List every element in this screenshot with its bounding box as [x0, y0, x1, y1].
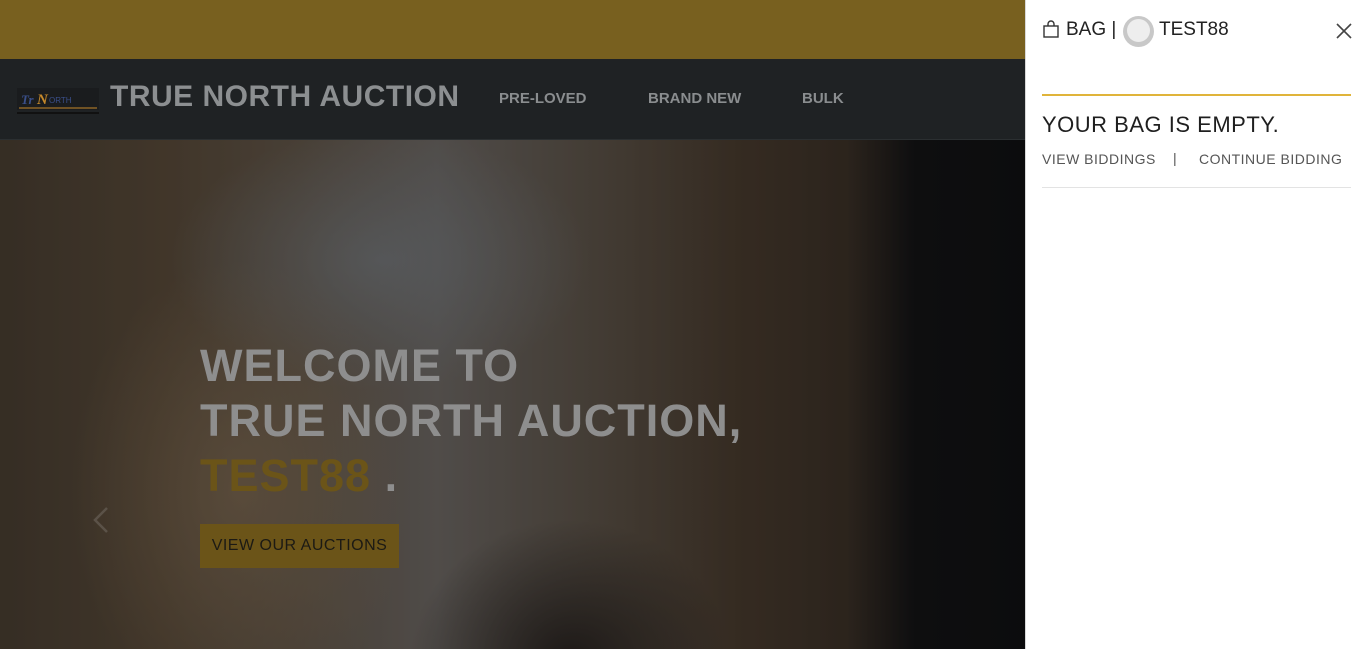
continue-bidding-link[interactable]: CONTINUE BIDDING — [1199, 151, 1342, 167]
view-biddings-link[interactable]: VIEW BIDDINGS — [1042, 151, 1156, 167]
close-icon[interactable] — [1335, 22, 1353, 40]
svg-text:Tr: Tr — [21, 92, 34, 107]
bag-label[interactable]: BAG | — [1066, 19, 1116, 41]
drawer-divider-accent — [1042, 94, 1351, 96]
brand-title[interactable]: TRUE NORTH AUCTION — [110, 80, 460, 114]
avatar[interactable] — [1123, 16, 1154, 47]
bag-drawer: BAG | TEST88 YOUR BAG IS EMPTY. VIEW BID… — [1025, 0, 1366, 649]
drawer-username[interactable]: TEST88 — [1159, 19, 1229, 41]
site-logo[interactable]: Tr N ORTH — [17, 86, 99, 114]
hero-username: TEST88 — [200, 450, 372, 501]
chevron-left-icon[interactable] — [92, 506, 110, 534]
drawer-divider — [1042, 187, 1351, 188]
hero-dot: . — [384, 450, 399, 501]
shopping-bag-icon — [1043, 20, 1059, 38]
hero-welcome-line: WELCOME TO — [200, 340, 520, 391]
hero-username-line: TEST88 . — [200, 450, 398, 502]
svg-text:N: N — [36, 92, 49, 108]
nav-brand-new[interactable]: BRAND NEW — [648, 90, 741, 107]
link-separator: | — [1173, 150, 1177, 166]
empty-bag-title: YOUR BAG IS EMPTY. — [1042, 112, 1280, 137]
hero-brand-line: TRUE NORTH AUCTION, — [200, 395, 743, 446]
nav-pre-loved[interactable]: PRE-LOVED — [499, 90, 587, 107]
nav-bulk[interactable]: BULK — [802, 90, 844, 107]
svg-text:ORTH: ORTH — [49, 96, 72, 105]
view-auctions-button[interactable]: VIEW OUR AUCTIONS — [200, 524, 399, 568]
